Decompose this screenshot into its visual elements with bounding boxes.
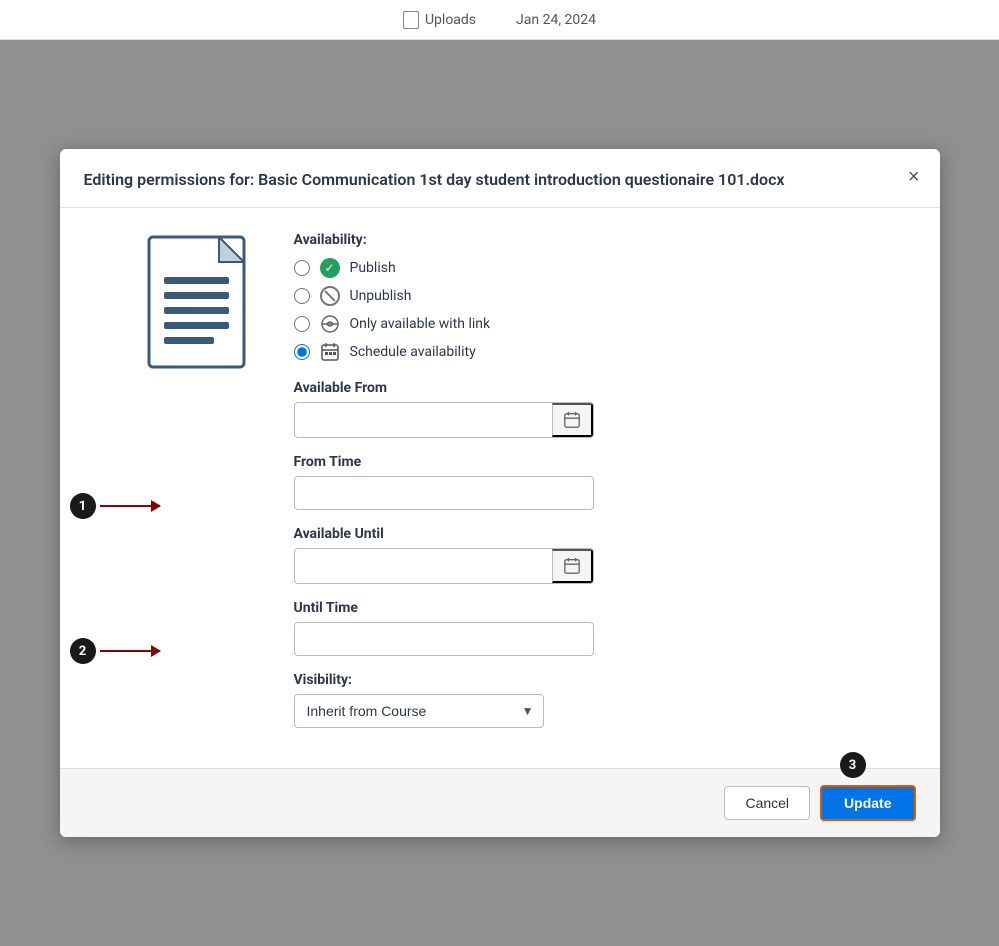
available-from-label: Available From bbox=[294, 380, 916, 396]
available-from-group: Available From Jul 17, 2024 bbox=[294, 380, 916, 438]
close-button[interactable]: × bbox=[908, 167, 920, 187]
until-time-group: Until Time 5:00 PM bbox=[294, 600, 916, 656]
radio-link-only[interactable]: Only available with link bbox=[294, 314, 916, 334]
visibility-label: Visibility: bbox=[294, 672, 916, 688]
radio-unpublish[interactable]: Unpublish bbox=[294, 286, 916, 306]
modal-title: Editing permissions for: Basic Communica… bbox=[84, 169, 916, 191]
annotation-circle-2: 2 bbox=[70, 638, 96, 664]
until-time-input[interactable]: 5:00 PM bbox=[294, 622, 594, 656]
form-area: Availability: ✓ Publish bbox=[294, 232, 916, 744]
link-only-label: Only available with link bbox=[350, 316, 491, 332]
annotation-spacer bbox=[84, 232, 114, 744]
top-bar: Uploads Jan 24, 2024 bbox=[0, 0, 999, 40]
update-button[interactable]: Update bbox=[820, 785, 915, 821]
until-time-label: Until Time bbox=[294, 600, 916, 616]
schedule-label: Schedule availability bbox=[350, 344, 476, 360]
available-until-label: Available Until bbox=[294, 526, 916, 542]
publish-label: Publish bbox=[350, 260, 396, 276]
availability-radio-group: ✓ Publish Unpublish bbox=[294, 258, 916, 362]
available-until-calendar-btn[interactable] bbox=[552, 549, 593, 583]
document-icon bbox=[144, 232, 264, 744]
from-time-input[interactable]: 8:00 AM bbox=[294, 476, 594, 510]
radio-link-input[interactable] bbox=[294, 316, 310, 332]
uploads-icon bbox=[403, 11, 419, 29]
available-until-group: Available Until Jul 31, 2024 bbox=[294, 526, 916, 584]
annotation-3: 3 bbox=[840, 752, 866, 778]
radio-publish-input[interactable] bbox=[294, 260, 310, 276]
from-time-group: From Time 8:00 AM bbox=[294, 454, 916, 510]
modal-overlay: Editing permissions for: Basic Communica… bbox=[0, 40, 999, 946]
schedule-calendar-icon bbox=[320, 342, 340, 362]
visibility-select[interactable]: Inherit from Course Visible Hidden bbox=[294, 694, 544, 728]
cancel-button[interactable]: Cancel bbox=[724, 786, 810, 820]
modal-header: Editing permissions for: Basic Communica… bbox=[60, 149, 940, 208]
unpublish-label: Unpublish bbox=[350, 288, 412, 304]
from-time-label: From Time bbox=[294, 454, 916, 470]
modal-footer: Cancel Update bbox=[60, 768, 940, 837]
link-icon bbox=[320, 314, 340, 334]
radio-publish[interactable]: ✓ Publish bbox=[294, 258, 916, 278]
radio-schedule-input[interactable] bbox=[294, 344, 310, 360]
modal-body: Availability: ✓ Publish bbox=[60, 208, 940, 768]
radio-schedule[interactable]: Schedule availability bbox=[294, 342, 916, 362]
modal-footer-wrapper: Cancel Update 3 bbox=[60, 768, 940, 837]
available-until-input[interactable]: Jul 31, 2024 bbox=[295, 550, 552, 582]
unpublish-icon bbox=[320, 286, 340, 306]
available-until-input-wrapper: Jul 31, 2024 bbox=[294, 548, 594, 584]
visibility-select-wrapper: Inherit from Course Visible Hidden ▼ bbox=[294, 694, 544, 728]
annotation-1: 1 bbox=[70, 493, 160, 519]
availability-group: Availability: ✓ Publish bbox=[294, 232, 916, 362]
annotation-circle-1: 1 bbox=[70, 493, 96, 519]
annotation-2: 2 bbox=[70, 638, 160, 664]
permissions-modal: Editing permissions for: Basic Communica… bbox=[60, 149, 940, 837]
annotation-circle-3: 3 bbox=[840, 752, 866, 778]
uploads-nav[interactable]: Uploads bbox=[403, 11, 476, 29]
publish-icon: ✓ bbox=[320, 258, 340, 278]
visibility-group: Visibility: Inherit from Course Visible … bbox=[294, 672, 916, 728]
radio-unpublish-input[interactable] bbox=[294, 288, 310, 304]
available-from-calendar-btn[interactable] bbox=[552, 403, 593, 437]
available-from-input-wrapper: Jul 17, 2024 bbox=[294, 402, 594, 438]
uploads-label: Uploads bbox=[425, 12, 476, 28]
available-from-input[interactable]: Jul 17, 2024 bbox=[295, 404, 552, 436]
availability-label: Availability: bbox=[294, 232, 916, 248]
date-label: Jan 24, 2024 bbox=[516, 12, 596, 28]
